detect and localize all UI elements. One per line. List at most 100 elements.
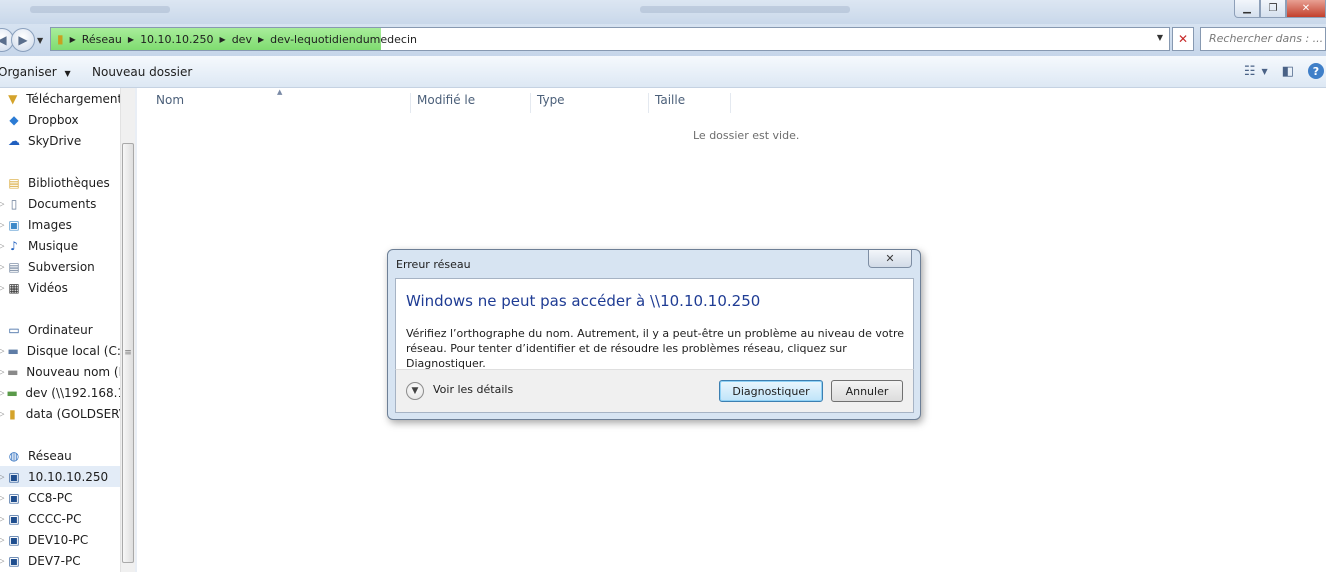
dialog-body: Windows ne peut pas accéder à \\10.10.10… bbox=[395, 278, 914, 370]
chevron-down-icon: ▼ bbox=[64, 69, 71, 78]
sidebar-item-drive-d[interactable]: ▷ ▬ Nouveau nom (D bbox=[0, 361, 120, 382]
diagnose-button[interactable]: Diagnostiquer bbox=[719, 380, 823, 402]
sidebar-item-label: Réseau bbox=[28, 448, 72, 463]
skydrive-icon: ☁ bbox=[8, 133, 20, 148]
help-icon[interactable]: ? bbox=[1308, 63, 1324, 79]
minimize-button[interactable]: ▁ bbox=[1234, 0, 1260, 18]
expand-arrow-icon[interactable]: ▷ bbox=[0, 263, 7, 271]
title-ghost-text bbox=[30, 6, 170, 13]
sidebar-item-dev7-pc[interactable]: ▷ ▣ DEV7-PC bbox=[0, 550, 120, 571]
music-icon: ♪ bbox=[10, 238, 18, 253]
show-details-link[interactable]: Voir les détails bbox=[433, 383, 513, 396]
forward-button[interactable]: ▶ bbox=[11, 28, 35, 52]
expand-arrow-icon[interactable]: ▷ bbox=[0, 494, 7, 502]
breadcrumb-item[interactable]: Réseau bbox=[82, 33, 122, 46]
drive-icon: ▬ bbox=[7, 364, 19, 379]
sidebar-item-data-share[interactable]: ▷ ▮ data (GOLDSERVI bbox=[0, 403, 120, 424]
address-bar[interactable]: ▮ ▶ Réseau ▶ 10.10.10.250 ▶ dev ▶ dev-le… bbox=[50, 27, 1170, 51]
expand-arrow-icon[interactable]: ▷ bbox=[0, 473, 7, 481]
sidebar-item-subversion[interactable]: ▷ ▤ Subversion bbox=[0, 256, 120, 277]
breadcrumb-item[interactable]: 10.10.10.250 bbox=[140, 33, 213, 46]
sidebar-item-dev-share[interactable]: ▷ ▬ dev (\\192.168.18 bbox=[0, 382, 120, 403]
expand-arrow-icon[interactable]: ▷ bbox=[0, 284, 7, 292]
sidebar-item-cccc-pc[interactable]: ▷ ▣ CCCC-PC bbox=[0, 508, 120, 529]
breadcrumb-arrow-icon[interactable]: ▶ bbox=[220, 35, 226, 44]
dropbox-icon: ◆ bbox=[9, 112, 19, 127]
sidebar-item-computer[interactable]: ▭ Ordinateur bbox=[0, 319, 120, 340]
breadcrumb-item[interactable]: dev-lequotidiendumedecin bbox=[270, 33, 417, 46]
sidebar-item-label: Musique bbox=[28, 238, 79, 253]
expand-arrow-icon[interactable]: ▷ bbox=[0, 200, 7, 208]
sidebar-item-network[interactable]: ◍ Réseau bbox=[0, 445, 120, 466]
cancel-button[interactable]: Annuler bbox=[831, 380, 903, 402]
change-view-icon[interactable]: ☷ bbox=[1244, 64, 1256, 79]
column-header-size[interactable]: Taille bbox=[649, 93, 731, 113]
breadcrumb-arrow-icon[interactable]: ▶ bbox=[258, 35, 264, 44]
breadcrumb-arrow-icon[interactable]: ▶ bbox=[128, 35, 134, 44]
new-folder-button[interactable]: Nouveau dossier bbox=[92, 65, 192, 79]
expand-arrow-icon[interactable]: ▷ bbox=[0, 515, 7, 523]
dialog-close-button[interactable]: ✕ bbox=[868, 250, 912, 268]
sidebar-item-label: Bibliothèques bbox=[28, 175, 110, 190]
expand-details-icon[interactable]: ▼ bbox=[406, 382, 424, 400]
breadcrumb-item[interactable]: dev bbox=[232, 33, 252, 46]
maximize-button[interactable]: ❐ bbox=[1260, 0, 1286, 18]
view-controls: ☷ ▼ ◧ ? bbox=[1244, 63, 1326, 79]
dialog-footer: ▼ Voir les détails Diagnostiquer Annuler bbox=[395, 369, 914, 413]
expand-arrow-icon[interactable]: ▷ bbox=[0, 557, 7, 565]
column-header-name[interactable]: Nom bbox=[150, 93, 411, 113]
search-input[interactable]: Rechercher dans : ... bbox=[1200, 27, 1326, 51]
sidebar-item-libraries[interactable]: ▤ Bibliothèques bbox=[0, 172, 120, 193]
breadcrumb-arrow-icon[interactable]: ▶ bbox=[70, 35, 76, 44]
network-computer-icon: ▣ bbox=[8, 469, 20, 484]
computer-icon: ▭ bbox=[8, 322, 20, 337]
network-folder-icon: ▮ bbox=[9, 406, 16, 421]
sidebar-item-label: Téléchargements bbox=[26, 91, 120, 106]
sidebar-item-label: 10.10.10.250 bbox=[28, 469, 109, 484]
address-row: ◀ ▶ ▼ ▮ ▶ Réseau ▶ 10.10.10.250 ▶ dev ▶ … bbox=[0, 24, 1326, 56]
network-computer-icon: ▣ bbox=[8, 532, 20, 547]
folder-icon: ▮ bbox=[57, 32, 64, 46]
network-icon: ◍ bbox=[8, 448, 20, 463]
sidebar-item-10-10-10-250[interactable]: ▷ ▣ 10.10.10.250 bbox=[0, 466, 120, 487]
column-header-type[interactable]: Type bbox=[531, 93, 649, 113]
network-drive-icon: ▬ bbox=[6, 385, 18, 400]
organize-menu-button[interactable]: Organiser ▼ bbox=[0, 65, 71, 79]
expand-arrow-icon[interactable]: ▷ bbox=[0, 242, 7, 250]
stop-loading-button[interactable]: ✕ bbox=[1172, 27, 1194, 51]
recent-pages-dropdown-icon[interactable]: ▼ bbox=[37, 36, 43, 45]
column-header-modified[interactable]: Modifié le bbox=[411, 93, 531, 113]
sidebar-item-local-disk[interactable]: ▷ ▬ Disque local (C:) bbox=[0, 340, 120, 361]
scrollbar-thumb[interactable]: ≡ bbox=[122, 143, 134, 563]
sidebar-item-label: CC8-PC bbox=[28, 490, 73, 505]
expand-arrow-icon[interactable]: ▷ bbox=[0, 221, 7, 229]
sidebar-item-images[interactable]: ▷ ▣ Images bbox=[0, 214, 120, 235]
close-window-button[interactable]: ✕ bbox=[1286, 0, 1326, 18]
chevron-down-icon[interactable]: ▼ bbox=[1262, 67, 1268, 76]
sidebar-item-music[interactable]: ▷ ♪ Musique bbox=[0, 235, 120, 256]
sidebar-item-dropbox[interactable]: ◆ Dropbox bbox=[0, 109, 120, 130]
expand-arrow-icon[interactable]: ▷ bbox=[0, 536, 7, 544]
download-folder-icon: ▼ bbox=[8, 91, 18, 106]
sidebar-item-downloads[interactable]: ▼ Téléchargements bbox=[0, 88, 120, 109]
navigation-scrollbar[interactable]: ≡ bbox=[120, 88, 135, 572]
sidebar-item-cc8-pc[interactable]: ▷ ▣ CC8-PC bbox=[0, 487, 120, 508]
network-computer-icon: ▣ bbox=[8, 511, 20, 526]
sidebar-item-videos[interactable]: ▷ ▦ Vidéos bbox=[0, 277, 120, 298]
sidebar-item-label: CCCC-PC bbox=[28, 511, 82, 526]
title-ghost-text bbox=[640, 6, 850, 13]
libraries-icon: ▤ bbox=[8, 175, 20, 190]
sidebar-item-dev10-pc[interactable]: ▷ ▣ DEV10-PC bbox=[0, 529, 120, 550]
sidebar-item-skydrive[interactable]: ☁ SkyDrive bbox=[0, 130, 120, 151]
dialog-message: Vérifiez l’orthographe du nom. Autrement… bbox=[406, 327, 905, 370]
sidebar-item-label: DEV10-PC bbox=[28, 532, 89, 547]
preview-pane-icon[interactable]: ◧ bbox=[1282, 64, 1294, 79]
network-computer-icon: ▣ bbox=[8, 553, 20, 568]
sidebar-item-label: SkyDrive bbox=[28, 133, 82, 148]
sidebar-item-label: Ordinateur bbox=[28, 322, 93, 337]
address-history-dropdown-icon[interactable]: ▼ bbox=[1157, 33, 1163, 42]
sidebar-item-label: Nouveau nom (D bbox=[26, 364, 120, 379]
sidebar-item-label: DEV7-PC bbox=[28, 553, 81, 568]
empty-folder-message: Le dossier est vide. bbox=[693, 129, 800, 142]
sidebar-item-documents[interactable]: ▷ ▯ Documents bbox=[0, 193, 120, 214]
